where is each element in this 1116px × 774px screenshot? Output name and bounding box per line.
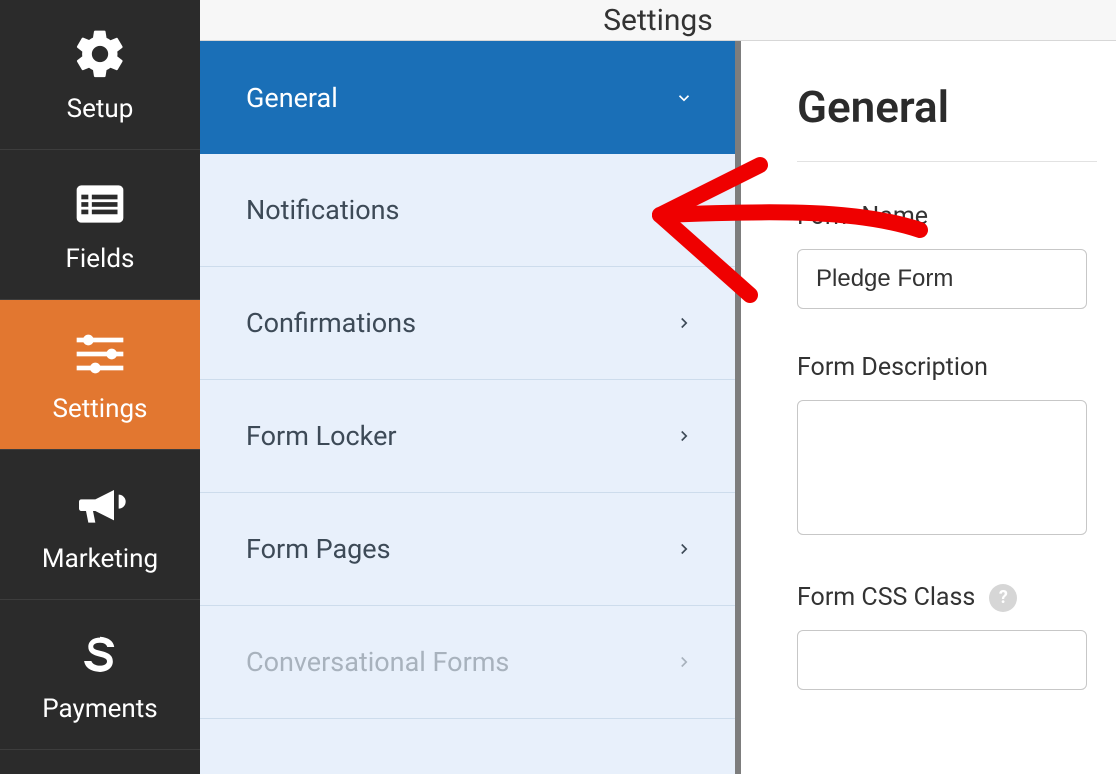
sidebar-item-payments[interactable]: Payments bbox=[0, 600, 200, 750]
sidebar-item-settings[interactable]: Settings bbox=[0, 300, 200, 450]
chevron-right-icon bbox=[673, 199, 695, 221]
form-css-class-input[interactable] bbox=[797, 630, 1087, 690]
submenu-item-form-locker[interactable]: Form Locker bbox=[200, 380, 735, 493]
main-column: Settings General Notifications Confirmat… bbox=[200, 0, 1116, 774]
submenu-item-confirmations[interactable]: Confirmations bbox=[200, 267, 735, 380]
content-heading: General bbox=[797, 81, 1097, 162]
sidebar-item-fields[interactable]: Fields bbox=[0, 150, 200, 300]
sidebar-label-payments: Payments bbox=[42, 694, 157, 724]
form-css-class-label: Form CSS Class ? bbox=[797, 583, 1116, 612]
submenu-item-conversational-forms[interactable]: Conversational Forms bbox=[200, 606, 735, 719]
field-form-name: Form Name bbox=[797, 202, 1116, 309]
submenu-label: Form Locker bbox=[246, 420, 397, 452]
submenu-label: Confirmations bbox=[246, 307, 416, 339]
submenu-item-notifications[interactable]: Notifications bbox=[200, 154, 735, 267]
submenu-label: General bbox=[246, 82, 338, 114]
chevron-right-icon bbox=[673, 312, 695, 334]
gear-icon bbox=[72, 26, 128, 82]
content-panel: General Form Name Form Description Form … bbox=[741, 41, 1116, 774]
help-icon[interactable]: ? bbox=[989, 584, 1017, 612]
app-root: Setup Fields Settings Marketing Payments bbox=[0, 0, 1116, 774]
sidebar-label-fields: Fields bbox=[66, 244, 135, 274]
sidebar-item-setup[interactable]: Setup bbox=[0, 0, 200, 150]
form-description-input[interactable] bbox=[797, 400, 1087, 535]
page-title: Settings bbox=[603, 3, 713, 38]
form-description-label: Form Description bbox=[797, 353, 1116, 382]
topbar: Settings bbox=[200, 0, 1116, 41]
submenu-label: Conversational Forms bbox=[246, 646, 509, 678]
submenu-label: Form Pages bbox=[246, 533, 391, 565]
chevron-down-icon bbox=[673, 87, 695, 109]
sidebar-label-setup: Setup bbox=[67, 94, 134, 124]
chevron-right-icon bbox=[673, 425, 695, 447]
list-icon bbox=[72, 176, 128, 232]
sidebar-label-settings: Settings bbox=[53, 394, 148, 424]
submenu-item-general[interactable]: General bbox=[200, 41, 735, 154]
submenu-label: Notifications bbox=[246, 194, 399, 226]
settings-submenu: General Notifications Confirmations Form… bbox=[200, 41, 741, 774]
bullhorn-icon bbox=[72, 476, 128, 532]
primary-sidebar: Setup Fields Settings Marketing Payments bbox=[0, 0, 200, 774]
field-form-description: Form Description bbox=[797, 353, 1116, 539]
sidebar-label-marketing: Marketing bbox=[42, 544, 158, 574]
panels-row: General Notifications Confirmations Form… bbox=[200, 41, 1116, 774]
submenu-item-form-pages[interactable]: Form Pages bbox=[200, 493, 735, 606]
sidebar-item-marketing[interactable]: Marketing bbox=[0, 450, 200, 600]
form-css-class-label-text: Form CSS Class bbox=[797, 583, 975, 612]
chevron-right-icon bbox=[673, 538, 695, 560]
sliders-icon bbox=[72, 326, 128, 382]
form-name-input[interactable] bbox=[797, 249, 1087, 309]
chevron-right-icon bbox=[673, 651, 695, 673]
dollar-icon bbox=[72, 626, 128, 682]
field-form-css-class: Form CSS Class ? bbox=[797, 583, 1116, 690]
form-name-label: Form Name bbox=[797, 202, 1116, 231]
